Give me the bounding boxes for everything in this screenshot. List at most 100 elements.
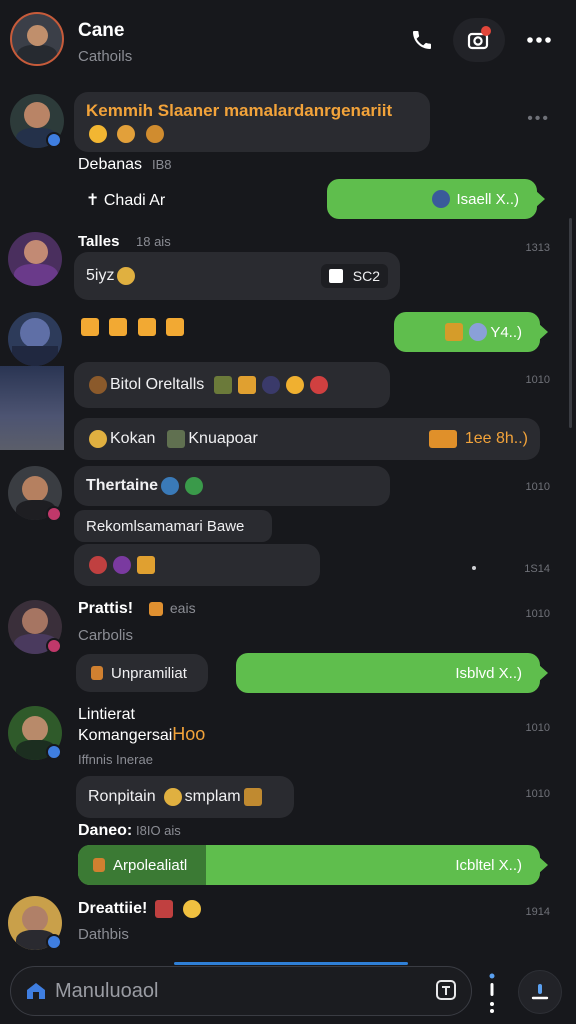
- message-text: Thertaine: [86, 477, 159, 494]
- verified-badge: [46, 744, 62, 760]
- message-bubble[interactable]: Bitol Oreltalls: [74, 362, 390, 408]
- contact-avatar[interactable]: [10, 12, 64, 66]
- message-text: Kemmih Slaaner mamalardanrgenariit: [86, 100, 393, 120]
- outgoing-text: Isblvd X..): [455, 664, 522, 682]
- dot: [472, 566, 476, 570]
- avatar-talles[interactable]: [8, 232, 62, 286]
- emoji-icon: [286, 376, 305, 394]
- message-text: Arpolealiatl: [113, 856, 188, 874]
- message-time: 1010: [525, 481, 550, 493]
- voice-button[interactable]: [518, 970, 562, 1014]
- message-time: 1S14: [524, 563, 550, 575]
- emoji-icon: [185, 477, 204, 495]
- emoji-icon: [243, 788, 262, 806]
- meta-text: eais: [169, 600, 196, 616]
- message-input[interactable]: [55, 977, 415, 1005]
- emoji-icon: [89, 376, 107, 394]
- avatar-group[interactable]: [8, 312, 62, 366]
- more-options-button[interactable]: [520, 22, 558, 58]
- message-text: 5iyz: [86, 267, 115, 284]
- star-icon: [109, 318, 128, 336]
- emoji-icon: [89, 430, 107, 448]
- message-bubble[interactable]: Unpramiliat: [76, 654, 208, 692]
- sender-label: Daneo:: [78, 822, 133, 839]
- typing-indicator: [174, 962, 408, 965]
- emoji-icon: [137, 556, 155, 574]
- message-bubble[interactable]: 5iyz SC2: [74, 252, 400, 300]
- call-button[interactable]: [404, 22, 440, 58]
- emoji-icon: [183, 900, 202, 918]
- pin-icon: ✝: [86, 192, 100, 209]
- more-dots[interactable]: •••: [527, 110, 550, 128]
- star-icon: [81, 318, 99, 336]
- sticker-icon: [436, 980, 456, 1000]
- outgoing-bubble[interactable]: Y4..): [394, 312, 548, 352]
- message-time: 1010: [525, 374, 550, 386]
- contact-name: Dreattiie!: [78, 900, 204, 918]
- scenery-thumbnail[interactable]: [0, 366, 64, 450]
- message-bubble[interactable]: [74, 544, 320, 586]
- emoji-icon: [149, 602, 163, 617]
- emoji-icon: [163, 788, 182, 806]
- emoji-icon: [469, 323, 488, 341]
- notification-dot: [481, 26, 491, 36]
- emoji-icon: [117, 267, 136, 285]
- emoji-icon: [117, 124, 136, 143]
- emoji-icon: [445, 323, 464, 341]
- message-time: 1010: [525, 722, 550, 734]
- emoji-icon: [310, 376, 329, 394]
- emoji-icon: [154, 900, 173, 918]
- attach-button[interactable]: [484, 970, 500, 1014]
- chip-label: SC2: [352, 268, 380, 284]
- outgoing-bubble[interactable]: Isaell X..): [327, 179, 545, 219]
- message-bubble[interactable]: Rekomlsamamari Bawe: [74, 510, 272, 542]
- emoji-icon: [214, 376, 233, 394]
- emoji-icon: [429, 429, 458, 448]
- contact-meta: Iffnnis Inerae: [78, 752, 153, 767]
- outgoing-bubble[interactable]: Arpolealiatl Icbltel X..): [78, 845, 548, 885]
- emoji-icon: [167, 430, 186, 448]
- outgoing-text: 1ee 8h..): [426, 429, 528, 448]
- image-icon: [328, 269, 343, 283]
- globe-icon: [432, 190, 451, 208]
- message-time: 1010: [525, 608, 550, 620]
- attachment-chip[interactable]: SC2: [320, 264, 388, 288]
- emoji-icon: [89, 124, 107, 143]
- name2-text: Komangersai: [78, 727, 173, 744]
- reply-preview: Arpolealiatl: [78, 845, 206, 885]
- message-bubble[interactable]: Kokan Knuapoar 1ee 8h..): [74, 418, 540, 460]
- emoji-row: [86, 124, 167, 143]
- message-text: Rekomlsamamari Bawe: [86, 517, 245, 535]
- chat-header: Cane Cathoils: [0, 0, 576, 80]
- emoji-icon: [161, 477, 180, 495]
- chat-title[interactable]: Cane: [78, 20, 124, 42]
- contact-meta: eais: [146, 600, 196, 617]
- verified-badge: [46, 934, 62, 950]
- verified-badge: [46, 132, 62, 148]
- reply-text: Chadi Ar: [103, 192, 166, 209]
- instagram-badge: [46, 506, 62, 522]
- star-icon: [166, 318, 185, 336]
- message-text: Kokan: [110, 430, 156, 447]
- message-bubble[interactable]: Kemmih Slaaner mamalardanrgenariit: [74, 92, 430, 152]
- message-text: smplam: [184, 788, 241, 805]
- instagram-badge: [46, 638, 62, 654]
- reply-label: ✝ Chadi Ar: [86, 190, 165, 210]
- scrollbar[interactable]: [569, 218, 572, 428]
- outgoing-text: Isaell X..): [456, 190, 519, 208]
- microphone-icon: [531, 984, 549, 1000]
- outgoing-bubble[interactable]: Isblvd X..): [236, 653, 548, 693]
- out-label: 1ee 8h..): [464, 430, 528, 448]
- sender-meta: I8IO ais: [136, 823, 181, 838]
- emoji-icon: [91, 666, 103, 680]
- sender-label: Debanas: [78, 156, 143, 173]
- home-icon[interactable]: [25, 981, 47, 1006]
- message-bubble[interactable]: Ronpitain smplam: [76, 776, 294, 818]
- sticker-button[interactable]: [435, 979, 457, 1006]
- emoji-icon: [262, 376, 281, 394]
- name2-extra: Hoo: [172, 724, 206, 744]
- video-call-button[interactable]: [453, 18, 505, 62]
- message-bubble[interactable]: Thertaine: [74, 466, 390, 506]
- emoji-icon: [93, 858, 105, 872]
- name-text: Dreattiie!: [78, 900, 148, 918]
